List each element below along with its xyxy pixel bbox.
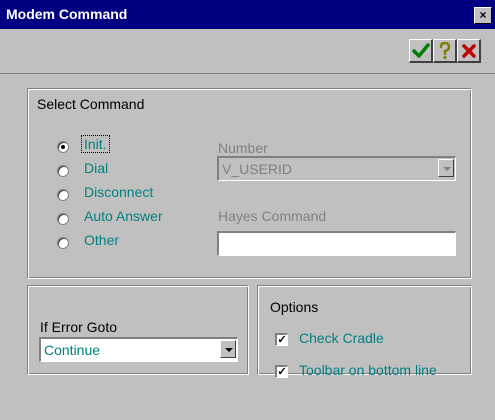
- radio-dial[interactable]: [57, 165, 69, 177]
- checkmark-icon: [411, 42, 430, 58]
- hayes-command-label: Hayes Command: [218, 208, 327, 224]
- number-select[interactable]: V_USERID: [217, 156, 456, 181]
- toolbar-bottom-label[interactable]: Toolbar on bottom line: [299, 362, 437, 378]
- help-button[interactable]: [433, 39, 457, 63]
- cancel-button[interactable]: [457, 39, 481, 63]
- number-label: Number: [218, 140, 268, 156]
- radio-dial-label[interactable]: Dial: [84, 160, 108, 176]
- radio-other[interactable]: [57, 237, 69, 249]
- check-cradle-label[interactable]: Check Cradle: [299, 330, 384, 346]
- error-goto-label: If Error Goto: [40, 319, 118, 335]
- radio-init[interactable]: [57, 141, 69, 153]
- x-cancel-icon: [461, 43, 476, 58]
- ok-button[interactable]: [409, 39, 433, 63]
- close-icon: ×: [479, 8, 487, 22]
- close-button[interactable]: ×: [474, 7, 492, 24]
- hayes-command-input[interactable]: [217, 231, 456, 256]
- select-command-label: Select Command: [37, 96, 145, 112]
- radio-auto-answer[interactable]: [57, 213, 69, 225]
- error-goto-select[interactable]: Continue: [39, 337, 238, 362]
- number-value: V_USERID: [222, 161, 293, 177]
- options-label: Options: [270, 299, 319, 315]
- question-mark-icon: [439, 41, 450, 59]
- radio-disconnect[interactable]: [57, 189, 69, 201]
- chevron-down-icon[interactable]: [438, 159, 454, 177]
- radio-auto-answer-label[interactable]: Auto Answer: [84, 208, 163, 224]
- radio-disconnect-label[interactable]: Disconnect: [84, 184, 153, 200]
- title-bar: Modem Command ×: [0, 0, 495, 29]
- check-cradle-checkbox[interactable]: ✓: [275, 333, 288, 346]
- toolbar-bottom-checkbox[interactable]: ✓: [275, 365, 288, 378]
- radio-other-label[interactable]: Other: [84, 232, 119, 248]
- chevron-down-icon[interactable]: [220, 340, 236, 358]
- error-goto-value: Continue: [44, 342, 101, 358]
- window-title: Modem Command: [6, 6, 128, 22]
- radio-init-label[interactable]: Init.: [81, 135, 110, 153]
